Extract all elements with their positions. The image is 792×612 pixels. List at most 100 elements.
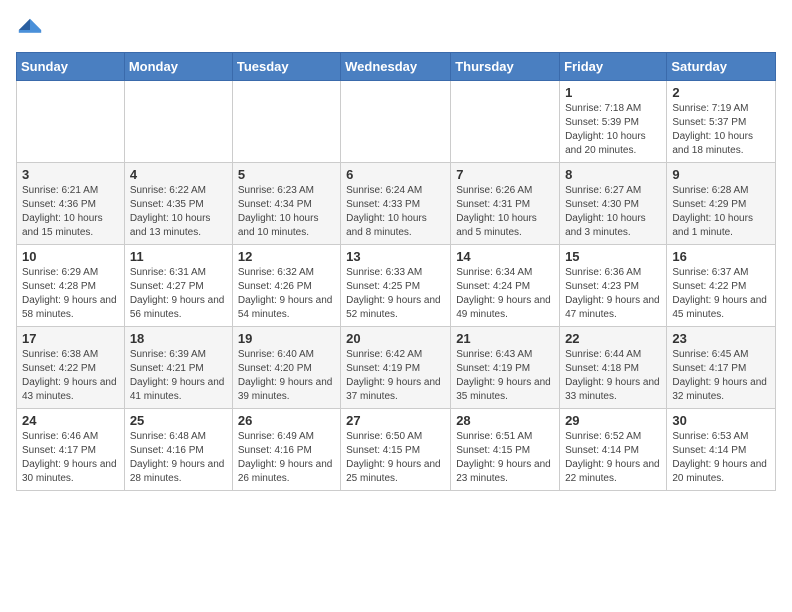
day-number: 3 — [22, 167, 119, 182]
day-number: 4 — [130, 167, 227, 182]
calendar-table: SundayMondayTuesdayWednesdayThursdayFrid… — [16, 52, 776, 491]
header — [16, 16, 776, 44]
day-number: 29 — [565, 413, 661, 428]
day-info: Sunrise: 6:50 AM Sunset: 4:15 PM Dayligh… — [346, 430, 445, 486]
day-info: Sunrise: 6:37 AM Sunset: 4:22 PM Dayligh… — [672, 266, 770, 322]
weekday-header-friday: Friday — [560, 53, 667, 81]
calendar-week-5: 24 Sunrise: 6:46 AM Sunset: 4:17 PM Dayli… — [17, 409, 776, 491]
weekday-header-monday: Monday — [124, 53, 232, 81]
day-info: Sunrise: 6:21 AM Sunset: 4:36 PM Dayligh… — [22, 184, 119, 240]
calendar-cell: 27 Sunrise: 6:50 AM Sunset: 4:15 PM Dayli… — [341, 409, 451, 491]
calendar-cell: 5 Sunrise: 6:23 AM Sunset: 4:34 PM Daylig… — [232, 163, 340, 245]
day-info: Sunrise: 6:45 AM Sunset: 4:17 PM Dayligh… — [672, 348, 770, 404]
day-info: Sunrise: 6:46 AM Sunset: 4:17 PM Dayligh… — [22, 430, 119, 486]
day-number: 9 — [672, 167, 770, 182]
calendar-cell: 15Sunrise: 6:36 AM Sunset: 4:23 PM Dayli… — [560, 245, 667, 327]
day-number: 25 — [130, 413, 227, 428]
day-info: Sunrise: 6:38 AM Sunset: 4:22 PM Dayligh… — [22, 348, 119, 404]
day-number: 19 — [238, 331, 335, 346]
day-info: Sunrise: 6:33 AM Sunset: 4:25 PM Dayligh… — [346, 266, 445, 322]
day-info: Sunrise: 6:39 AM Sunset: 4:21 PM Dayligh… — [130, 348, 227, 404]
day-number: 27 — [346, 413, 445, 428]
day-info: Sunrise: 6:40 AM Sunset: 4:20 PM Dayligh… — [238, 348, 335, 404]
calendar-cell: 29 Sunrise: 6:52 AM Sunset: 4:14 PM Dayli… — [560, 409, 667, 491]
calendar-cell: 16 Sunrise: 6:37 AM Sunset: 4:22 PM Dayli… — [667, 245, 776, 327]
day-number: 8 — [565, 167, 661, 182]
calendar-cell: 23 Sunrise: 6:45 AM Sunset: 4:17 PM Dayli… — [667, 327, 776, 409]
day-number: 12 — [238, 249, 335, 264]
day-number: 10 — [22, 249, 119, 264]
day-number: 7 — [456, 167, 554, 182]
calendar-cell: 20Sunrise: 6:42 AM Sunset: 4:19 PM Dayli… — [341, 327, 451, 409]
day-info: Sunrise: 6:24 AM Sunset: 4:33 PM Dayligh… — [346, 184, 445, 240]
day-number: 17 — [22, 331, 119, 346]
day-info: Sunrise: 6:27 AM Sunset: 4:30 PM Dayligh… — [565, 184, 661, 240]
calendar-cell: 2Sunrise: 7:19 AM Sunset: 5:37 PM Daylig… — [667, 81, 776, 163]
day-number: 21 — [456, 331, 554, 346]
weekday-header-sunday: Sunday — [17, 53, 125, 81]
calendar-cell: 1Sunrise: 7:18 AM Sunset: 5:39 PM Daylig… — [560, 81, 667, 163]
weekday-header-tuesday: Tuesday — [232, 53, 340, 81]
calendar-week-3: 10 Sunrise: 6:29 AM Sunset: 4:28 PM Dayli… — [17, 245, 776, 327]
day-info: Sunrise: 6:43 AM Sunset: 4:19 PM Dayligh… — [456, 348, 554, 404]
day-info: Sunrise: 6:34 AM Sunset: 4:24 PM Dayligh… — [456, 266, 554, 322]
calendar-cell: 12 Sunrise: 6:32 AM Sunset: 4:26 PM Dayli… — [232, 245, 340, 327]
calendar-cell — [232, 81, 340, 163]
calendar-cell — [124, 81, 232, 163]
calendar-cell: 7 Sunrise: 6:26 AM Sunset: 4:31 PM Daylig… — [451, 163, 560, 245]
day-info: Sunrise: 6:28 AM Sunset: 4:29 PM Dayligh… — [672, 184, 770, 240]
day-number: 28 — [456, 413, 554, 428]
day-info: Sunrise: 6:36 AM Sunset: 4:23 PM Dayligh… — [565, 266, 661, 322]
calendar-cell: 30 Sunrise: 6:53 AM Sunset: 4:14 PM Dayli… — [667, 409, 776, 491]
calendar-cell: 19 Sunrise: 6:40 AM Sunset: 4:20 PM Dayli… — [232, 327, 340, 409]
logo — [16, 16, 48, 44]
day-info: Sunrise: 6:52 AM Sunset: 4:14 PM Dayligh… — [565, 430, 661, 486]
calendar-cell — [341, 81, 451, 163]
calendar-cell: 11 Sunrise: 6:31 AM Sunset: 4:27 PM Dayli… — [124, 245, 232, 327]
calendar-cell: 25 Sunrise: 6:48 AM Sunset: 4:16 PM Dayli… — [124, 409, 232, 491]
calendar-week-4: 17 Sunrise: 6:38 AM Sunset: 4:22 PM Dayli… — [17, 327, 776, 409]
day-info: Sunrise: 6:31 AM Sunset: 4:27 PM Dayligh… — [130, 266, 227, 322]
day-info: Sunrise: 6:44 AM Sunset: 4:18 PM Dayligh… — [565, 348, 661, 404]
day-info: Sunrise: 6:49 AM Sunset: 4:16 PM Dayligh… — [238, 430, 335, 486]
day-info: Sunrise: 6:32 AM Sunset: 4:26 PM Dayligh… — [238, 266, 335, 322]
calendar-cell — [17, 81, 125, 163]
weekday-header-saturday: Saturday — [667, 53, 776, 81]
day-number: 18 — [130, 331, 227, 346]
day-number: 13 — [346, 249, 445, 264]
calendar-cell — [451, 81, 560, 163]
day-info: Sunrise: 6:51 AM Sunset: 4:15 PM Dayligh… — [456, 430, 554, 486]
calendar-cell: 22 Sunrise: 6:44 AM Sunset: 4:18 PM Dayli… — [560, 327, 667, 409]
day-number: 23 — [672, 331, 770, 346]
day-info: Sunrise: 7:18 AM Sunset: 5:39 PM Dayligh… — [565, 102, 661, 158]
day-info: Sunrise: 6:22 AM Sunset: 4:35 PM Dayligh… — [130, 184, 227, 240]
calendar-cell: 24 Sunrise: 6:46 AM Sunset: 4:17 PM Dayli… — [17, 409, 125, 491]
calendar-week-2: 3 Sunrise: 6:21 AM Sunset: 4:36 PM Daylig… — [17, 163, 776, 245]
logo-icon — [16, 16, 44, 44]
day-info: Sunrise: 7:19 AM Sunset: 5:37 PM Dayligh… — [672, 102, 770, 158]
day-info: Sunrise: 6:26 AM Sunset: 4:31 PM Dayligh… — [456, 184, 554, 240]
calendar-cell: 21 Sunrise: 6:43 AM Sunset: 4:19 PM Dayli… — [451, 327, 560, 409]
day-number: 22 — [565, 331, 661, 346]
day-info: Sunrise: 6:23 AM Sunset: 4:34 PM Dayligh… — [238, 184, 335, 240]
day-info: Sunrise: 6:29 AM Sunset: 4:28 PM Dayligh… — [22, 266, 119, 322]
calendar-cell: 26Sunrise: 6:49 AM Sunset: 4:16 PM Dayli… — [232, 409, 340, 491]
day-number: 6 — [346, 167, 445, 182]
day-number: 11 — [130, 249, 227, 264]
calendar-cell: 18 Sunrise: 6:39 AM Sunset: 4:21 PM Dayli… — [124, 327, 232, 409]
calendar-cell: 8 Sunrise: 6:27 AM Sunset: 4:30 PM Daylig… — [560, 163, 667, 245]
weekday-header-thursday: Thursday — [451, 53, 560, 81]
day-info: Sunrise: 6:53 AM Sunset: 4:14 PM Dayligh… — [672, 430, 770, 486]
day-number: 14 — [456, 249, 554, 264]
calendar-header-row: SundayMondayTuesdayWednesdayThursdayFrid… — [17, 53, 776, 81]
calendar-cell: 14 Sunrise: 6:34 AM Sunset: 4:24 PM Dayli… — [451, 245, 560, 327]
day-number: 30 — [672, 413, 770, 428]
day-number: 5 — [238, 167, 335, 182]
day-number: 16 — [672, 249, 770, 264]
weekday-header-wednesday: Wednesday — [341, 53, 451, 81]
day-info: Sunrise: 6:42 AM Sunset: 4:19 PM Dayligh… — [346, 348, 445, 404]
calendar-cell: 10 Sunrise: 6:29 AM Sunset: 4:28 PM Dayli… — [17, 245, 125, 327]
day-number: 24 — [22, 413, 119, 428]
day-info: Sunrise: 6:48 AM Sunset: 4:16 PM Dayligh… — [130, 430, 227, 486]
calendar-cell: 13 Sunrise: 6:33 AM Sunset: 4:25 PM Dayli… — [341, 245, 451, 327]
